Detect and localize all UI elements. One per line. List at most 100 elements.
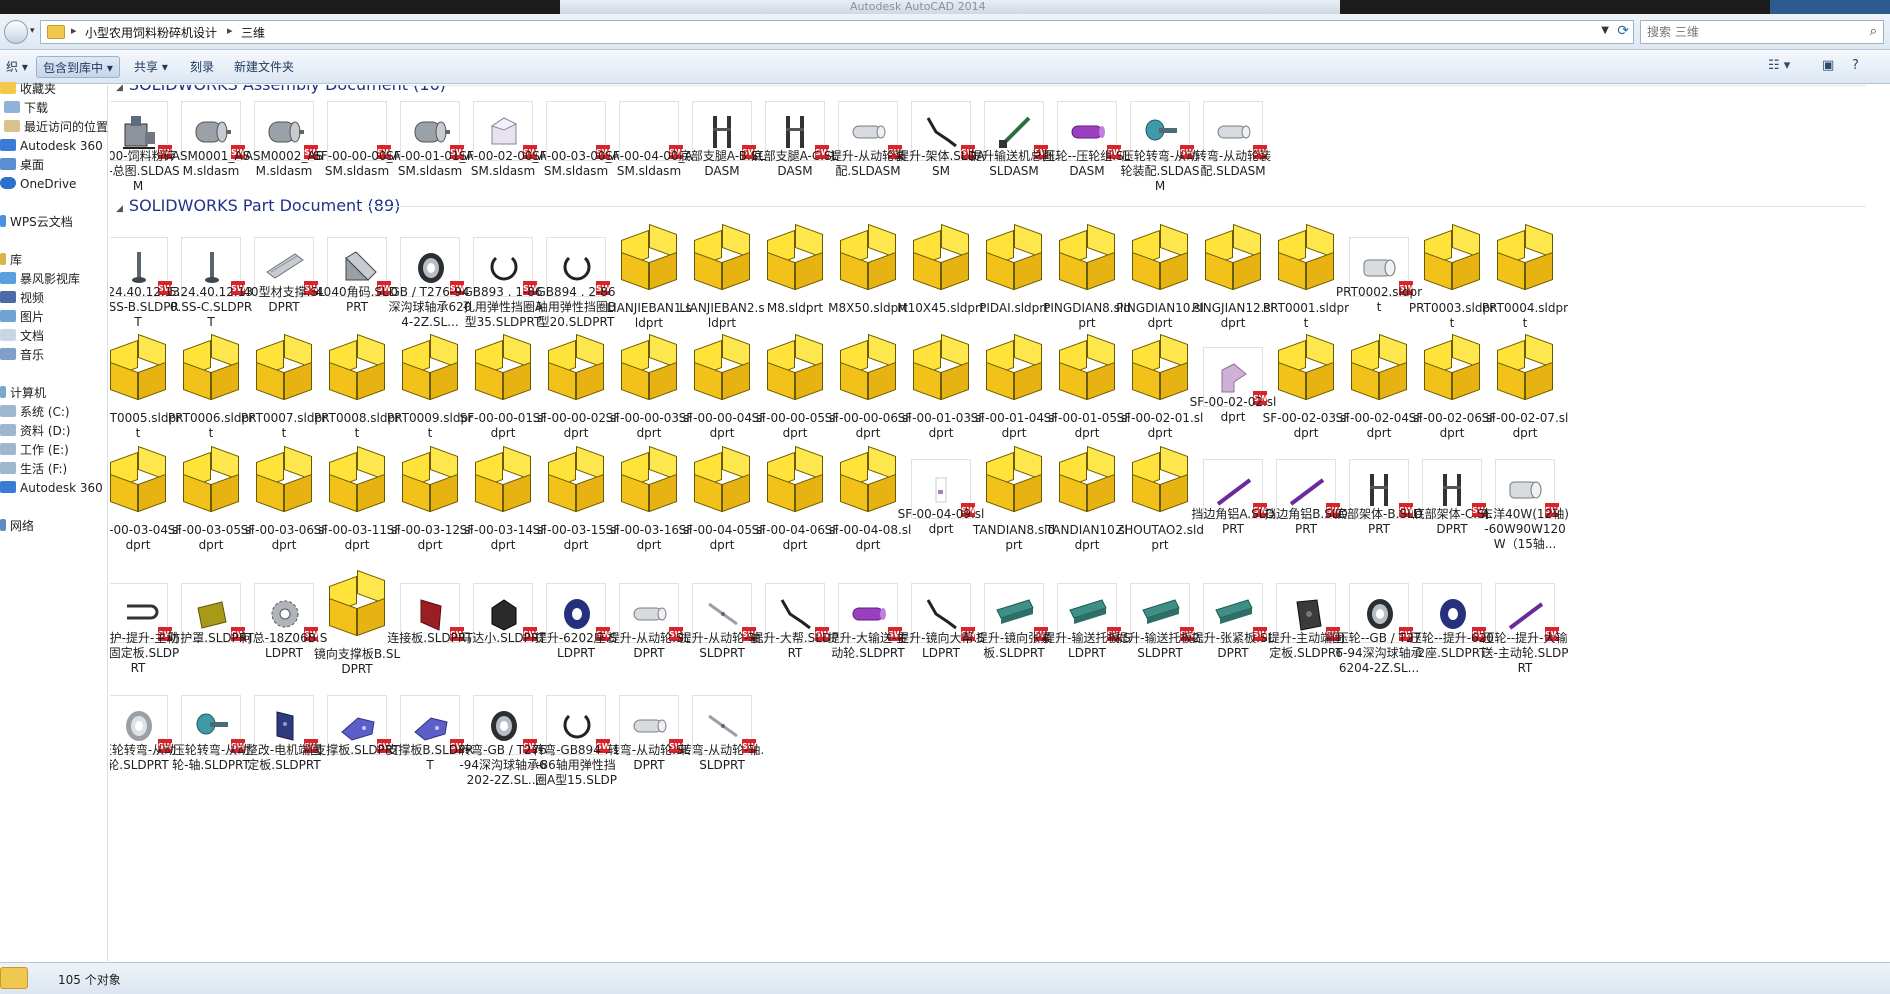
- nav-label: 工作 (E:): [20, 443, 69, 457]
- nav-desktop[interactable]: 桌面: [0, 155, 44, 175]
- burn-button[interactable]: 刻录: [184, 56, 220, 78]
- yellow-block-icon: [1418, 221, 1488, 297]
- folder-icon: [47, 25, 65, 39]
- purple-roller-preview-icon: [1068, 114, 1108, 150]
- yellow-block-icon: [1053, 331, 1123, 407]
- search-icon[interactable]: ⌕: [1870, 24, 1877, 39]
- help-icon[interactable]: ?: [1852, 58, 1859, 73]
- yellow-block-icon: [761, 221, 831, 297]
- picture-icon: [0, 310, 16, 322]
- nav-videos[interactable]: 视频: [0, 288, 44, 308]
- part-icon: [1057, 333, 1117, 407]
- teal-shaft-preview-icon: [1141, 114, 1181, 150]
- part-icon: [327, 333, 387, 407]
- motor-preview-icon: [192, 114, 232, 150]
- bracket-preview-icon: [484, 114, 524, 150]
- yellow-block-icon: [907, 331, 977, 407]
- preview-pane-icon[interactable]: ▣: [1822, 58, 1834, 73]
- teal-bar-preview-icon: [1068, 596, 1108, 632]
- nav-libraries[interactable]: 库: [0, 250, 22, 270]
- breadcrumb-item-3d[interactable]: 三维: [241, 24, 265, 41]
- teal-bar-preview-icon: [1214, 596, 1254, 632]
- thin-rod-preview-icon: [703, 596, 743, 632]
- recent-places-icon: [4, 120, 20, 132]
- onedrive-icon: [0, 177, 16, 189]
- yellow-block-icon: [980, 331, 1050, 407]
- nav-drive-d[interactable]: 资料 (D:): [0, 421, 70, 441]
- nav-label: 下载: [24, 101, 49, 115]
- breadcrumb-separator-icon[interactable]: ▸: [227, 24, 233, 37]
- nav-drive-f[interactable]: 生活 (F:): [0, 459, 67, 479]
- yellow-block-icon: [542, 443, 612, 519]
- document-icon: [0, 329, 16, 341]
- nav-label: 暴风影视库: [20, 272, 81, 286]
- nav-music[interactable]: 音乐: [0, 345, 44, 365]
- new-folder-button[interactable]: 新建文件夹: [228, 56, 300, 78]
- yellow-block-icon: [1126, 443, 1196, 519]
- nav-baofeng[interactable]: 暴风影视库: [0, 269, 80, 289]
- group-header-parts[interactable]: ◢ SOLIDWORKS Part Document (89): [116, 195, 1866, 217]
- bent-rod-preview-icon: [922, 114, 962, 150]
- yellow-block-icon: [615, 221, 685, 297]
- part-icon: [838, 333, 898, 407]
- group-header-assembly[interactable]: ◢ SOLIDWORKS Assembly Document (16): [116, 85, 1866, 96]
- nav-drive-c[interactable]: 系统 (C:): [0, 402, 70, 422]
- yellow-block-icon: [396, 331, 466, 407]
- nav-documents[interactable]: 文档: [0, 326, 44, 346]
- nav-wps[interactable]: WPS云文档: [0, 212, 73, 232]
- nav-computer[interactable]: 计算机: [0, 383, 46, 403]
- nav-drive-e[interactable]: 工作 (E:): [0, 440, 69, 460]
- yellow-block-icon: [761, 443, 831, 519]
- yellow-block-icon: [542, 331, 612, 407]
- breadcrumb-separator-icon[interactable]: ▸: [71, 24, 77, 37]
- search-box[interactable]: ⌕: [1640, 20, 1884, 44]
- bearing-light-preview-icon: [119, 708, 159, 744]
- yellow-block-icon: [177, 331, 247, 407]
- back-button[interactable]: ▾: [4, 20, 40, 44]
- address-bar: ▾ ▸ 小型农用饲料粉碎机设计 ▸ 三维 ▼ ⟳ ⌕: [0, 14, 1890, 50]
- cylinder-preview-icon: [1360, 250, 1400, 286]
- back-arrow-icon[interactable]: [4, 20, 28, 44]
- nav-label: 计算机: [10, 386, 47, 400]
- nav-favorites[interactable]: 收藏夹: [0, 79, 56, 99]
- nav-onedrive[interactable]: OneDrive: [0, 174, 76, 194]
- breadcrumb[interactable]: ▸ 小型农用饲料粉碎机设计 ▸ 三维 ▼ ⟳: [40, 20, 1634, 44]
- refresh-icon[interactable]: ⟳: [1617, 23, 1629, 39]
- nav-autodesk360-2[interactable]: Autodesk 360: [0, 478, 103, 498]
- breadcrumb-item-project[interactable]: 小型农用饲料粉碎机设计: [85, 24, 217, 41]
- drive-icon: [0, 424, 16, 436]
- yellow-block-icon: [1345, 331, 1415, 407]
- history-dropdown-icon[interactable]: ▾: [30, 26, 35, 36]
- yellow-block-icon: [615, 443, 685, 519]
- part-icon: [692, 445, 752, 519]
- nav-recent[interactable]: 最近访问的位置: [4, 117, 108, 137]
- nav-label: 图片: [20, 310, 45, 324]
- part-icon: [254, 333, 314, 407]
- part-icon: [984, 333, 1044, 407]
- organize-button[interactable]: 织 ▾: [0, 56, 34, 78]
- drive-icon: [0, 443, 16, 455]
- collapse-triangle-icon[interactable]: ◢: [116, 204, 123, 214]
- nav-downloads[interactable]: 下载: [4, 98, 48, 118]
- nav-label: 网络: [10, 519, 35, 533]
- olive-box-preview-icon: [192, 596, 232, 632]
- nav-pictures[interactable]: 图片: [0, 307, 44, 327]
- frame-preview-icon: [703, 114, 743, 150]
- search-input[interactable]: [1647, 23, 1847, 41]
- pink-plate-preview-icon: [1214, 360, 1254, 396]
- nav-autodesk360[interactable]: Autodesk 360: [0, 136, 103, 156]
- screw-preview-icon: [192, 250, 232, 286]
- collapse-triangle-icon[interactable]: ◢: [116, 85, 123, 93]
- yellow-block-icon: [469, 443, 539, 519]
- window-controls[interactable]: [1770, 0, 1890, 14]
- command-bar: 织 ▾ 包含到库中 ▾ 共享 ▾ 刻录 新建文件夹 ☷ ▾ ▣ ?: [0, 50, 1890, 84]
- yellow-block-icon: [834, 443, 904, 519]
- nav-network[interactable]: 网络: [0, 516, 34, 536]
- share-button[interactable]: 共享 ▾: [128, 56, 174, 78]
- address-dropdown-icon[interactable]: ▼: [1601, 25, 1609, 36]
- yellow-block-icon: [1272, 221, 1342, 297]
- dark-plate-preview-icon: [1287, 596, 1327, 632]
- view-options-icon[interactable]: ☷ ▾: [1768, 58, 1790, 73]
- include-in-library-button[interactable]: 包含到库中 ▾: [36, 56, 120, 78]
- roller-preview-icon: [849, 114, 889, 150]
